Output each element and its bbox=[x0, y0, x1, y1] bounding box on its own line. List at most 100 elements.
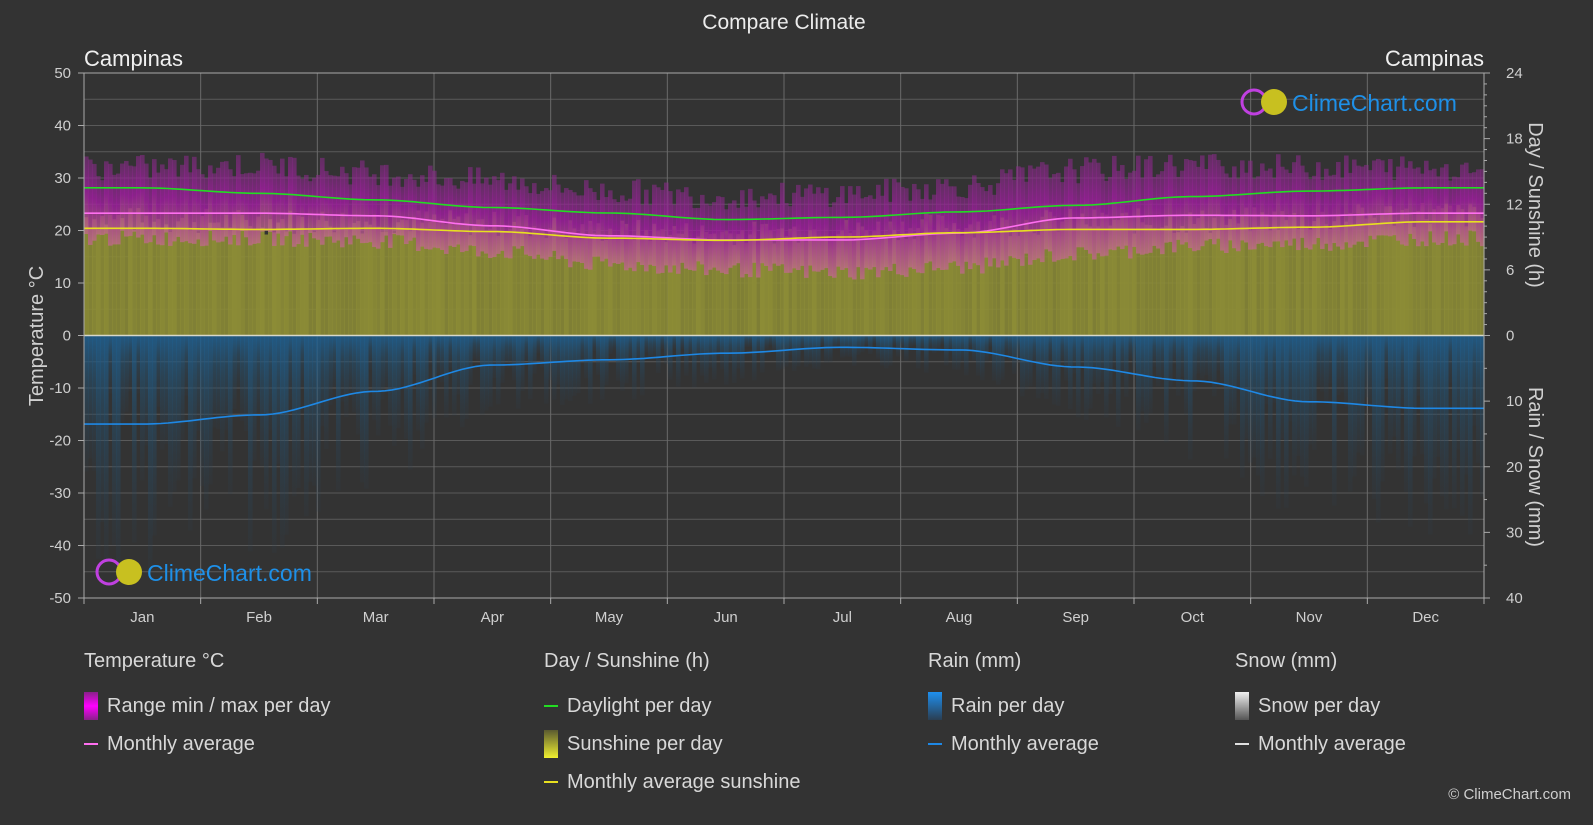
rain-bar bbox=[880, 335, 885, 366]
rain-bar bbox=[1108, 335, 1113, 394]
rain-bar bbox=[408, 335, 413, 470]
rain-bar bbox=[1276, 335, 1281, 509]
rain-bar bbox=[1024, 335, 1029, 390]
temperature-range-bar bbox=[1120, 165, 1125, 250]
rain-bar bbox=[1172, 335, 1177, 365]
watermark-bottom: ClimeChart.com bbox=[95, 558, 312, 586]
rain-bar bbox=[1400, 335, 1405, 410]
temperature-range-bar bbox=[1068, 158, 1073, 257]
rain-bar bbox=[1372, 335, 1377, 500]
rain-bar bbox=[576, 335, 581, 394]
rain-bar bbox=[784, 335, 789, 367]
temperature-range-bar bbox=[632, 180, 637, 272]
rain-bar bbox=[388, 335, 393, 426]
rain-bar bbox=[648, 335, 653, 360]
temperature-range-bar bbox=[1424, 160, 1429, 247]
rain-bar bbox=[500, 335, 505, 383]
rain-bar bbox=[476, 335, 481, 361]
rain-bar bbox=[1260, 335, 1265, 497]
rain-bar bbox=[164, 335, 169, 444]
rain-bar bbox=[1364, 335, 1369, 398]
temperature-range-bar bbox=[1256, 176, 1261, 244]
temperature-range-bar bbox=[224, 161, 229, 237]
temperature-range-bar bbox=[976, 183, 981, 266]
temperature-range-bar bbox=[1440, 167, 1445, 243]
temperature-range-bar bbox=[304, 174, 309, 247]
temperature-range-bar bbox=[872, 198, 877, 268]
sunshine-bar bbox=[252, 228, 257, 336]
rain-bar bbox=[660, 335, 665, 349]
temperature-range-bar bbox=[236, 155, 241, 246]
rain-bar bbox=[456, 335, 461, 395]
rain-bar bbox=[1416, 335, 1421, 396]
legend-label: Snow per day bbox=[1258, 694, 1381, 717]
rain-bar bbox=[964, 335, 969, 376]
rain-bar bbox=[152, 335, 157, 536]
rain-bar bbox=[112, 335, 117, 546]
month-label: Sep bbox=[1062, 609, 1089, 626]
temperature-range-bar bbox=[156, 172, 161, 245]
rain-bar bbox=[652, 335, 657, 357]
legend-label: Monthly average bbox=[951, 732, 1099, 755]
rain-bar bbox=[1124, 335, 1129, 397]
rain-bar bbox=[1196, 335, 1201, 374]
temperature-range-bar bbox=[1404, 167, 1409, 246]
sunshine-bar bbox=[1216, 229, 1221, 336]
temperature-range-bar bbox=[836, 197, 841, 267]
rain-bar bbox=[524, 335, 529, 362]
temperature-range-bar bbox=[380, 165, 385, 243]
temperature-range-bar bbox=[1032, 168, 1037, 261]
rain-bar bbox=[956, 335, 961, 370]
rain-bar bbox=[1380, 335, 1385, 482]
rain-bar bbox=[1300, 335, 1305, 477]
temperature-range-bar bbox=[1368, 170, 1373, 236]
temperature-range-bar bbox=[164, 169, 169, 233]
rain-bar bbox=[472, 335, 477, 359]
temperature-range-bar bbox=[1056, 172, 1061, 261]
temperature-range-bar bbox=[604, 197, 609, 259]
rain-bar bbox=[860, 335, 865, 353]
rain-bar bbox=[1144, 335, 1149, 423]
temperature-range-bar bbox=[736, 207, 741, 264]
sunshine-bar bbox=[260, 227, 265, 336]
rain-bar bbox=[1212, 335, 1217, 397]
rain-bar bbox=[1452, 335, 1457, 509]
temperature-range-bar bbox=[1072, 169, 1077, 261]
rain-bar bbox=[268, 335, 273, 431]
temperature-range-bar bbox=[952, 186, 957, 262]
temperature-range-bar bbox=[536, 193, 541, 255]
temperature-range-bar bbox=[720, 197, 725, 273]
rain-bar bbox=[288, 335, 293, 401]
temperature-range-bar bbox=[456, 188, 461, 245]
temperature-range-bar bbox=[816, 187, 821, 272]
rain-bar bbox=[280, 335, 285, 548]
rain-bar bbox=[572, 335, 577, 396]
rain-bar bbox=[208, 335, 213, 485]
temperature-range-bar bbox=[1372, 160, 1377, 240]
temperature-range-bar bbox=[928, 199, 933, 262]
sunshine-bar bbox=[1176, 232, 1181, 336]
sunshine-bar bbox=[148, 229, 153, 336]
sunshine-bar bbox=[272, 232, 277, 336]
sunshine-bar bbox=[196, 232, 201, 336]
temperature-range-bar bbox=[1232, 166, 1237, 249]
rain-bar bbox=[1220, 335, 1225, 385]
temperature-range-bar bbox=[556, 184, 561, 260]
rain-bar bbox=[1256, 335, 1261, 476]
rain-bar bbox=[1068, 335, 1073, 410]
legend-item: Snow per day bbox=[1235, 687, 1406, 725]
temperature-range-bar bbox=[660, 189, 665, 273]
rain-bar bbox=[1476, 335, 1481, 463]
rain-bar bbox=[512, 335, 517, 381]
temperature-range-bar bbox=[532, 183, 537, 259]
rain-bar bbox=[1224, 335, 1229, 459]
temperature-range-bar bbox=[1324, 168, 1329, 244]
rain-bar bbox=[816, 335, 821, 370]
temperature-range-bar bbox=[1092, 158, 1097, 260]
temperature-range-bar bbox=[968, 184, 973, 270]
temperature-range-bar bbox=[1016, 166, 1021, 260]
temperature-range-bar bbox=[1264, 170, 1269, 247]
month-label: Dec bbox=[1412, 609, 1439, 626]
rain-bar bbox=[372, 335, 377, 421]
temperature-range-bar bbox=[1036, 166, 1041, 259]
